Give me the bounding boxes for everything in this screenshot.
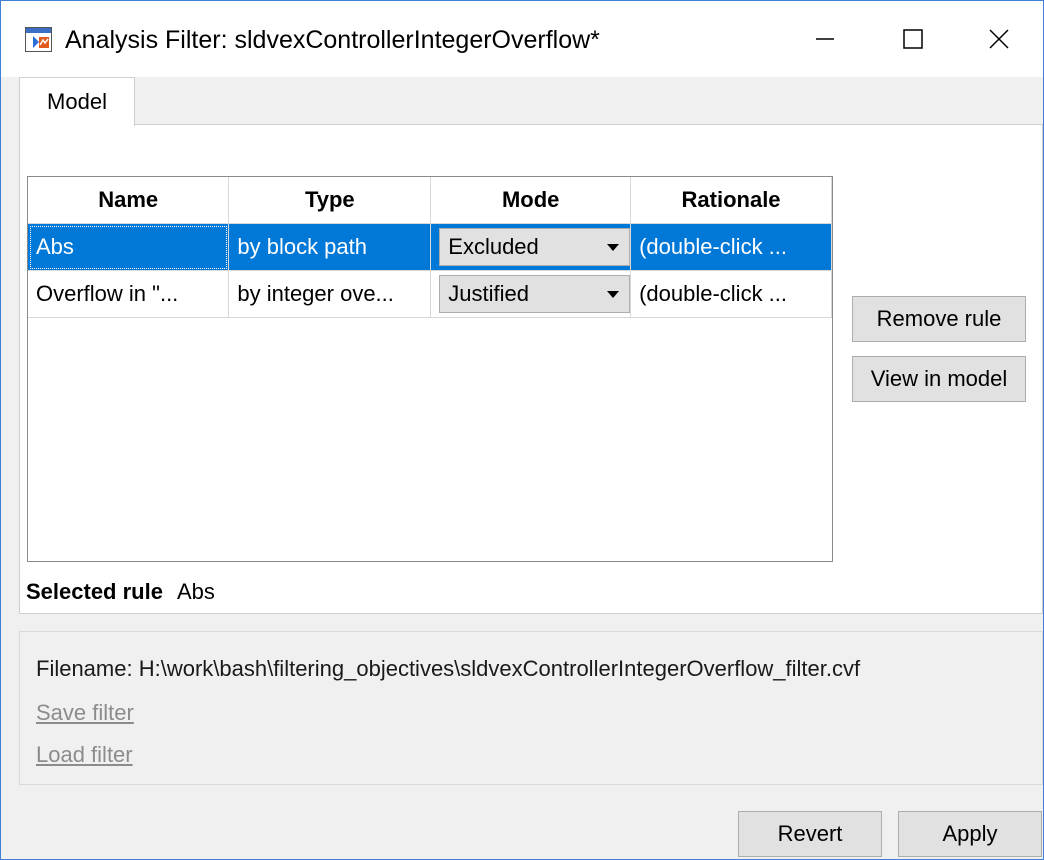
selected-rule-value: Abs <box>176 579 215 604</box>
maximize-icon[interactable] <box>881 15 945 63</box>
rule-rationale-cell[interactable]: (double-click ... <box>630 270 832 318</box>
rule-type-cell[interactable]: by block path <box>228 223 432 271</box>
chevron-down-icon <box>607 290 620 298</box>
window-title: Analysis Filter: sldvexControllerInteger… <box>65 26 600 54</box>
selected-rule-label: Selected rule <box>26 579 163 604</box>
rule-mode-cell[interactable]: Excluded <box>430 223 632 271</box>
tab-model[interactable]: Model <box>19 77 135 126</box>
mode-value: Excluded <box>448 234 539 259</box>
matlab-window-icon <box>25 27 52 52</box>
mode-value: Justified <box>448 281 529 306</box>
filter-file-panel: Filename: H:\work\bash\filtering_objecti… <box>19 631 1043 785</box>
selected-rule-row: Selected rule Abs <box>26 579 215 605</box>
rule-name-cell[interactable]: Abs <box>28 223 230 271</box>
view-in-model-button[interactable]: View in model <box>852 356 1026 402</box>
column-header-name[interactable]: Name <box>28 177 230 224</box>
save-filter-link[interactable]: Save filter <box>36 700 134 726</box>
tab-label: Model <box>47 89 107 114</box>
table-row[interactable]: Abs by block path Excluded (double-click… <box>28 223 832 271</box>
mode-dropdown[interactable]: Justified <box>439 275 630 313</box>
column-header-rationale[interactable]: Rationale <box>630 177 832 224</box>
table-row[interactable]: Overflow in "... by integer ove... Justi… <box>28 270 832 318</box>
close-icon[interactable] <box>967 15 1031 63</box>
revert-button[interactable]: Revert <box>738 811 882 857</box>
minimize-icon[interactable] <box>793 15 857 63</box>
load-filter-link[interactable]: Load filter <box>36 742 133 768</box>
rule-mode-cell[interactable]: Justified <box>430 270 632 318</box>
rules-grid: Name Type Mode Rationale Abs by block pa… <box>28 177 832 318</box>
mode-dropdown[interactable]: Excluded <box>439 228 630 266</box>
model-tab-panel: Name Type Mode Rationale Abs by block pa… <box>19 124 1043 614</box>
rules-table[interactable]: Name Type Mode Rationale Abs by block pa… <box>27 176 833 562</box>
column-header-mode[interactable]: Mode <box>430 177 632 224</box>
chevron-down-icon <box>607 243 620 251</box>
remove-rule-button[interactable]: Remove rule <box>852 296 1026 342</box>
filename-text: Filename: H:\work\bash\filtering_objecti… <box>36 656 861 681</box>
apply-button[interactable]: Apply <box>898 811 1042 857</box>
rule-name-cell[interactable]: Overflow in "... <box>28 270 230 318</box>
title-bar[interactable]: Analysis Filter: sldvexControllerInteger… <box>1 1 1043 77</box>
column-header-type[interactable]: Type <box>228 177 432 224</box>
table-header-row: Name Type Mode Rationale <box>28 177 832 224</box>
rule-type-cell[interactable]: by integer ove... <box>228 270 432 318</box>
analysis-filter-window: Analysis Filter: sldvexControllerInteger… <box>0 0 1044 860</box>
rule-rationale-cell[interactable]: (double-click ... <box>630 223 832 271</box>
